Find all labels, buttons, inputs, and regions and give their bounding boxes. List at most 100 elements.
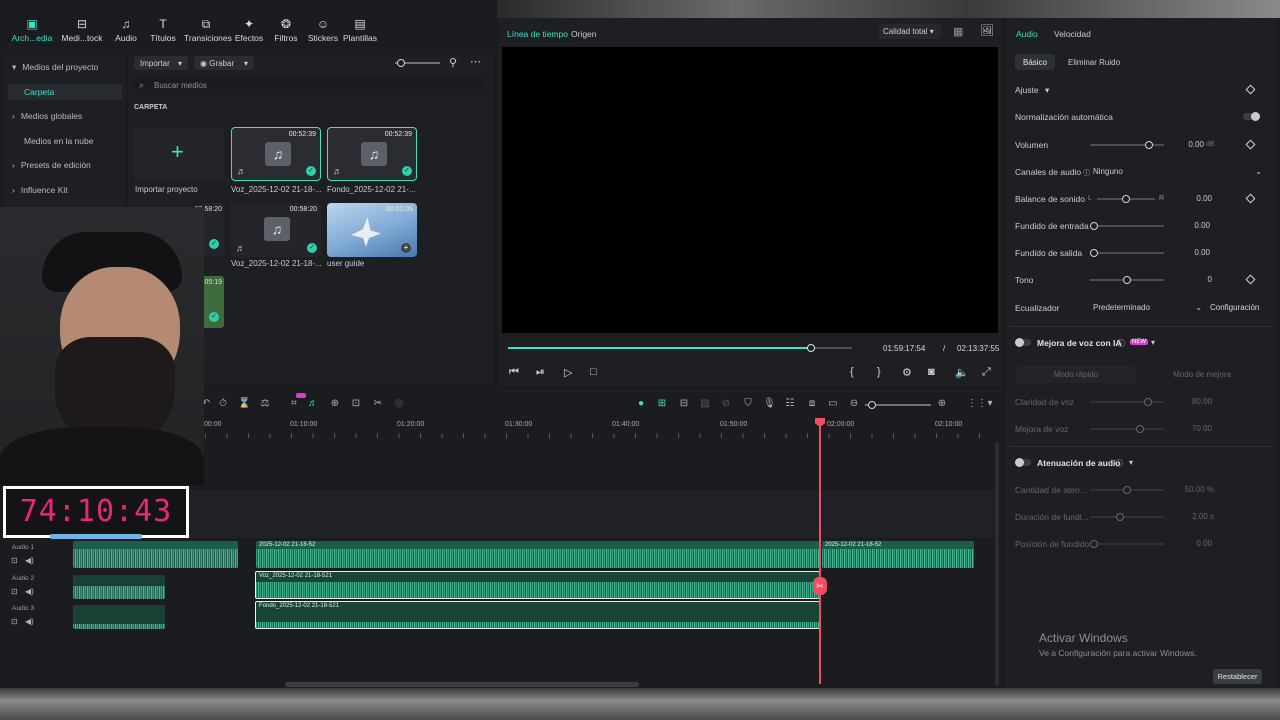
voice-clarity-knob[interactable] [1144,398,1152,406]
media-card-user-guide[interactable]: 00:00:05 + [327,203,417,257]
volume-icon[interactable]: 🔈 [955,366,969,379]
audio-clip[interactable] [73,541,238,568]
audio-clip-selected[interactable]: Voz_2025-12-02 21-18-521 [255,571,820,599]
media-card-fondo[interactable]: 00:52:39 ♫ ♬ ✓ [327,127,417,181]
duck-amount-slider[interactable] [1090,486,1164,494]
beat-sync-icon[interactable]: ♬ [307,398,319,410]
lock-icon[interactable]: ⊡ [11,617,18,626]
subtitle-icon[interactable]: ▭ [827,398,839,410]
duck-position-slider[interactable] [1090,540,1164,548]
snapshot-image-icon[interactable]: 🖼 [980,24,994,37]
tab-project-media[interactable]: ▣ Arch...edia [10,18,54,43]
help-icon[interactable]: ⓘ [1117,338,1125,349]
mixer-icon[interactable]: ☷ [784,398,796,410]
chevron-down-icon[interactable]: ▾ [1151,338,1155,347]
tab-transitions[interactable]: ⧉ Transiciones [184,18,232,43]
playhead-line[interactable] [819,424,821,684]
tab-timeline[interactable]: Línea de tiempo [507,29,568,39]
subtab-noise[interactable]: Eliminar Ruido [1068,58,1120,67]
sidebar-item-influence-kit[interactable]: › Influence Kit [12,185,68,195]
zoom-in-icon[interactable]: ⊕ [936,398,948,410]
audio-clip[interactable]: 2025-12-02 21-18-52 [256,541,820,568]
scissors-icon[interactable]: ✂ [813,577,827,595]
tab-templates[interactable]: ▤ Plantillas [338,18,382,43]
mark-out-icon[interactable]: } [877,366,881,378]
fade-out-slider[interactable] [1090,249,1164,257]
crop-icon[interactable]: ⊡ [350,398,362,410]
audio-clip[interactable] [73,605,165,629]
tab-titles[interactable]: T Títulos [141,18,185,43]
tone-slider-knob[interactable] [1123,276,1131,284]
audio-clip[interactable] [73,575,165,599]
import-dropdown[interactable]: Importar ▾ [134,56,188,70]
tab-stock-media[interactable]: ⊟ Medi...tock [60,18,104,43]
fade-in-slider-knob[interactable] [1090,222,1098,230]
fullscreen-icon[interactable]: ⤢ [982,366,991,379]
tab-audio-props[interactable]: Audio [1016,29,1038,39]
balance-slider-knob[interactable] [1122,195,1130,203]
duck-amount-knob[interactable] [1123,486,1131,494]
add-marker-icon[interactable]: ⊟ [678,398,690,410]
mode-fast-button[interactable]: Modo rápido [1016,366,1136,383]
equalizer-config-button[interactable]: Configuración [1210,303,1259,312]
audio-stretch-icon[interactable]: ⚖ [259,398,271,410]
reset-button[interactable]: Restablecer [1213,669,1262,684]
section-adjust[interactable]: Ajuste ▾ [1015,85,1049,96]
auto-normalize-toggle[interactable] [1243,112,1260,121]
audio-clip[interactable]: 2025-12-02 21-18-52 [822,541,974,568]
preview-scrubber-knob[interactable] [806,344,815,352]
subtab-basic[interactable]: Básico [1015,54,1055,70]
motion-track-icon[interactable]: ⊘ [720,398,732,410]
duck-duration-slider[interactable] [1090,513,1164,521]
filter-funnel-icon[interactable]: ⚲ [449,56,457,69]
chevron-down-icon[interactable]: ▾ [1129,458,1133,467]
voice-improve-slider[interactable] [1090,425,1164,433]
step-back-icon[interactable]: ⏮ [509,366,519,379]
tone-slider[interactable] [1090,276,1164,284]
snap-toggle-icon[interactable]: ● [635,398,647,410]
volume-slider[interactable] [1090,141,1164,149]
lock-icon[interactable]: ⊡ [11,556,18,565]
voice-ai-toggle[interactable] [1015,338,1031,347]
timeline-vertical-scrollbar[interactable] [995,442,999,686]
voice-improve-knob[interactable] [1136,425,1144,433]
speaker-icon[interactable]: ◀) [25,556,34,565]
more-options-icon[interactable]: ⋯ [470,55,481,68]
microphone-icon[interactable]: 🎙 [763,398,776,410]
fade-in-slider[interactable] [1090,222,1164,230]
speed-icon[interactable]: ⌛ [238,398,250,410]
keyframe-icon[interactable]: ▧ [699,398,711,410]
media-card-voz-2[interactable]: 00:58:20 ♫ ♬ ✓ [231,203,321,257]
stop-icon[interactable]: □ [590,366,597,378]
preview-canvas[interactable] [502,47,998,333]
render-settings-icon[interactable]: ⚙ [902,366,912,379]
duck-position-knob[interactable] [1090,540,1098,548]
record-dropdown[interactable]: ◉ Grabar ▾ [194,56,254,70]
camera-icon[interactable]: ◙ [928,366,935,378]
voice-clarity-slider[interactable] [1090,398,1164,406]
sidebar-item-cloud-media[interactable]: Medios en la nube [24,136,93,146]
zoom-out-icon[interactable]: ⊖ [848,398,860,410]
volume-slider-knob[interactable] [1145,141,1153,149]
tab-speed[interactable]: Velocidad [1054,29,1091,39]
mode-better-button[interactable]: Modo de mejora [1140,366,1264,383]
chevron-down-icon[interactable]: ▾ [984,398,996,410]
help-icon[interactable]: ⓘ [1115,458,1123,469]
shield-icon[interactable]: ⛉ [742,398,754,410]
zoom-slider[interactable] [395,59,440,67]
replace-icon[interactable]: ⧈ [806,398,818,410]
mask-icon[interactable]: ◎ [393,398,405,410]
balance-slider[interactable] [1097,195,1155,203]
channels-dropdown[interactable]: Ninguno ⌄ [1090,164,1262,178]
grid-icon[interactable]: ▦ [953,25,963,38]
import-project-card[interactable]: + [134,127,224,181]
link-icon[interactable]: ⊞ [656,398,668,410]
timeline-scrollbar[interactable] [285,682,639,687]
audio-clip-selected[interactable]: Fondo_2025-12-02 21-18-521 [255,601,820,629]
quality-dropdown[interactable]: Calidad total ▾ [879,24,941,39]
ai-captions-icon[interactable]: ⌗ [288,398,300,410]
play-frame-icon[interactable]: ⏯ [536,366,545,379]
media-card-voz-1[interactable]: 00:52:39 ♫ ♬ ✓ [231,127,321,181]
lock-icon[interactable]: ⊡ [11,587,18,596]
fade-out-slider-knob[interactable] [1090,249,1098,257]
